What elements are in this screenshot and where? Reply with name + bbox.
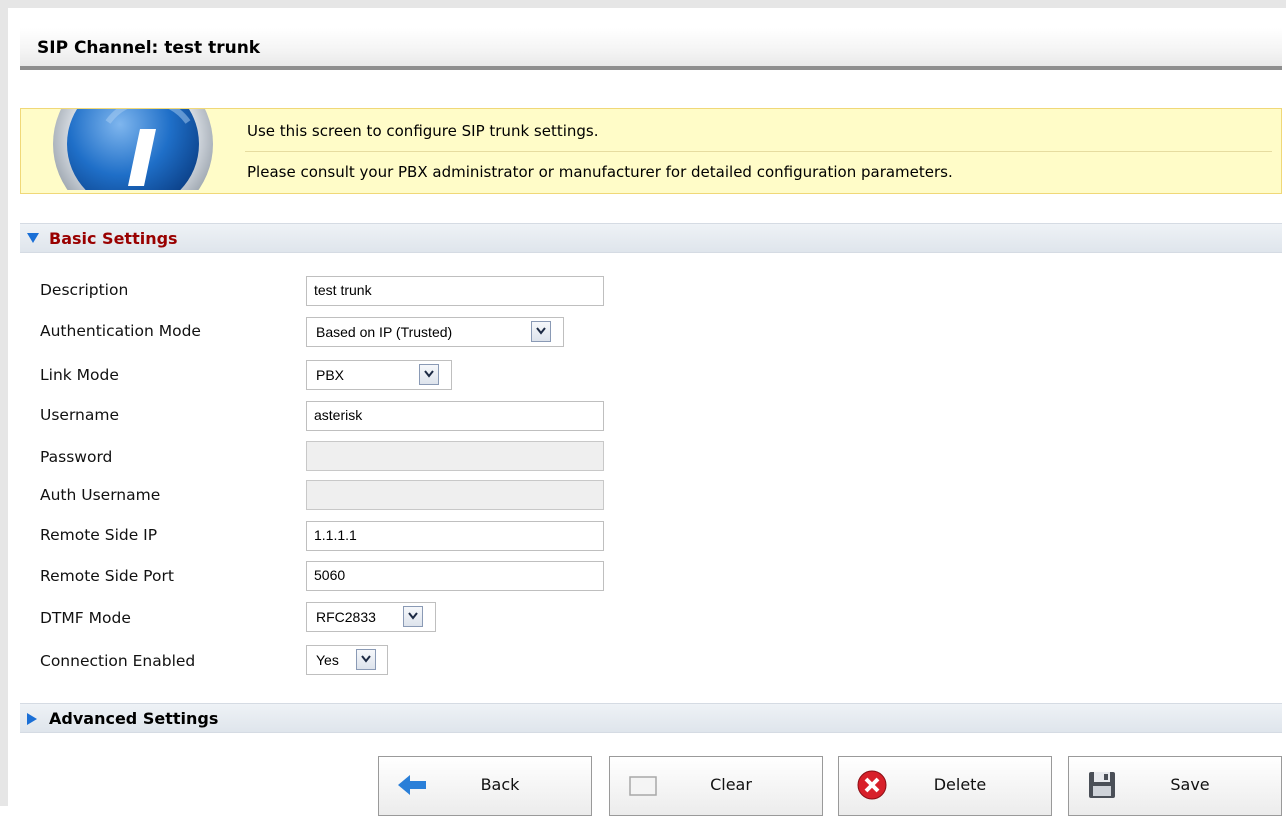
basic-settings-label: Basic Settings <box>49 229 178 248</box>
username-input[interactable]: asterisk <box>306 401 604 431</box>
remote-ip-label: Remote Side IP <box>40 526 158 544</box>
connection-enabled-value: Yes <box>316 652 339 668</box>
connection-enabled-select[interactable]: Yes <box>306 645 388 675</box>
advanced-settings-header[interactable]: Advanced Settings <box>20 703 1282 733</box>
remote-port-input[interactable]: 5060 <box>306 561 604 591</box>
connection-enabled-label: Connection Enabled <box>40 652 196 670</box>
info-text-line2: Please consult your PBX administrator or… <box>247 163 953 181</box>
info-icon <box>48 109 218 190</box>
collapsed-triangle-icon <box>27 713 37 725</box>
password-label: Password <box>40 448 113 466</box>
delete-button[interactable]: Delete <box>838 756 1052 816</box>
info-text-line1: Use this screen to configure SIP trunk s… <box>247 122 599 140</box>
back-button[interactable]: Back <box>378 756 592 816</box>
basic-settings-header[interactable]: Basic Settings <box>20 223 1282 253</box>
window-frame-left <box>0 0 8 806</box>
page-title-bar: SIP Channel: test trunk <box>20 28 1282 70</box>
dtmf-mode-label: DTMF Mode <box>40 609 131 627</box>
link-mode-value: PBX <box>316 367 345 383</box>
save-button-label: Save <box>1170 775 1210 794</box>
back-button-label: Back <box>480 775 520 794</box>
delete-button-label: Delete <box>933 775 987 794</box>
description-input[interactable]: test trunk <box>306 276 604 306</box>
auth-username-input[interactable] <box>306 480 604 510</box>
dtmf-mode-select[interactable]: RFC2833 <box>306 602 436 632</box>
chevron-down-icon[interactable] <box>531 321 551 342</box>
window-frame-top <box>0 0 1286 8</box>
chevron-down-icon[interactable] <box>356 649 376 670</box>
remote-ip-input[interactable]: 1.1.1.1 <box>306 521 604 551</box>
link-mode-select[interactable]: PBX <box>306 360 452 390</box>
description-label: Description <box>40 281 129 299</box>
dtmf-mode-value: RFC2833 <box>316 609 376 625</box>
auth-mode-value: Based on IP (Trusted) <box>316 324 453 340</box>
clear-button[interactable]: Clear <box>609 756 823 816</box>
save-button[interactable]: Save <box>1068 756 1282 816</box>
remote-port-label: Remote Side Port <box>40 567 174 585</box>
info-divider <box>245 151 1272 152</box>
page-title: SIP Channel: test trunk <box>37 38 261 58</box>
auth-username-label: Auth Username <box>40 486 161 504</box>
info-panel: Use this screen to configure SIP trunk s… <box>20 108 1282 194</box>
username-label: Username <box>40 406 120 424</box>
auth-mode-select[interactable]: Based on IP (Trusted) <box>306 317 564 347</box>
password-input[interactable] <box>306 441 604 471</box>
clear-button-label: Clear <box>710 775 752 794</box>
auth-mode-label: Authentication Mode <box>40 322 201 340</box>
advanced-settings-label: Advanced Settings <box>49 709 219 728</box>
link-mode-label: Link Mode <box>40 366 119 384</box>
chevron-down-icon[interactable] <box>419 364 439 385</box>
expanded-triangle-icon <box>27 233 39 243</box>
chevron-down-icon[interactable] <box>403 606 423 627</box>
